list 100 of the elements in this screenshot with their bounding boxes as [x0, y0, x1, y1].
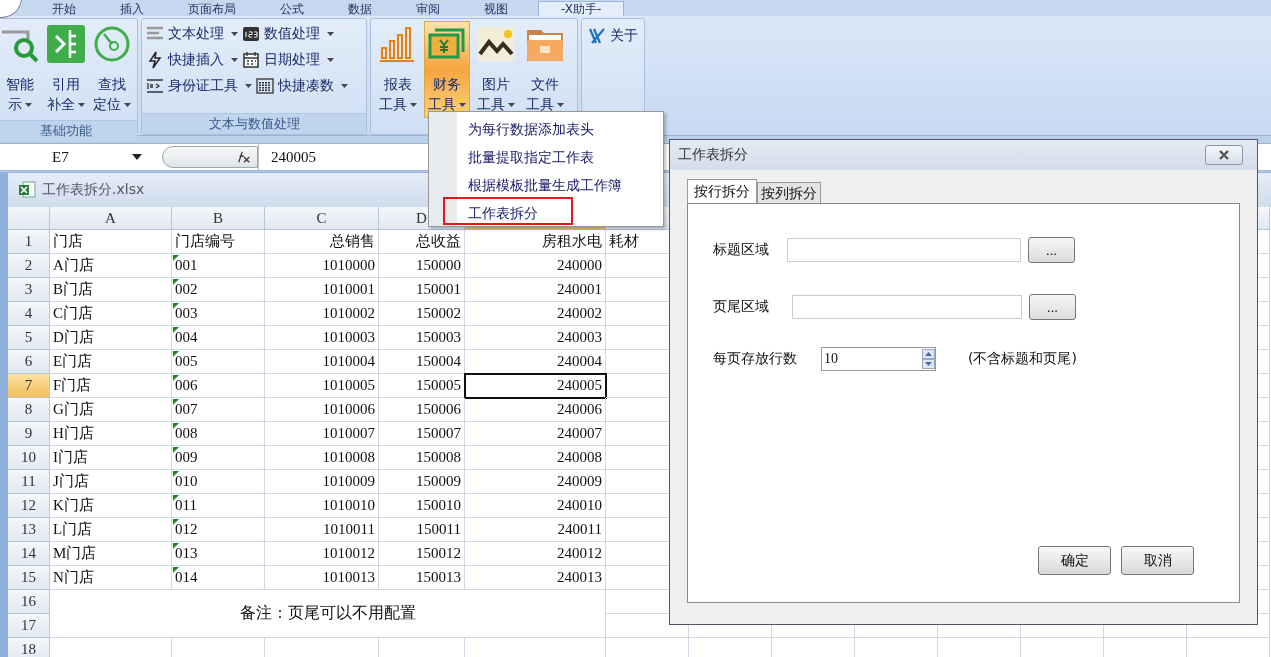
table-cell: E门店 — [50, 350, 172, 374]
row-header[interactable]: 2 — [8, 254, 50, 278]
caret-icon — [78, 103, 85, 107]
ribbon-tab[interactable]: 公式 — [258, 2, 326, 16]
table-cell: 150009 — [379, 470, 465, 494]
caret-icon — [508, 103, 515, 107]
ribbon-button[interactable]: 财务 工具 — [424, 21, 470, 118]
ok-button[interactable]: 确定 — [1038, 546, 1111, 575]
ribbon-button[interactable]: 智能 示 — [0, 21, 42, 118]
hint-text: (不含标题和页尾) — [968, 350, 1077, 368]
table-cell: 150003 — [379, 326, 465, 350]
ribbon-tab[interactable]: -X助手- — [538, 1, 625, 16]
row-header[interactable]: 18 — [8, 638, 50, 657]
name-box[interactable]: E7 — [0, 144, 148, 170]
caret-icon — [245, 84, 252, 88]
column-header[interactable]: B — [172, 207, 265, 230]
table-cell: 1010010 — [265, 494, 379, 518]
ribbon-tab[interactable]: 数据 — [326, 2, 394, 16]
cancel-button[interactable]: 取消 — [1121, 546, 1194, 575]
function-button[interactable] — [162, 146, 258, 168]
text-number-flag-icon — [173, 567, 179, 573]
row-header[interactable]: 11 — [8, 470, 50, 494]
ribbon-button[interactable]: 数值处理 — [242, 21, 334, 47]
ribbon-button[interactable]: 快捷凑数 — [256, 73, 348, 99]
column-header[interactable]: A — [50, 207, 172, 230]
table-cell: 240013 — [465, 566, 606, 590]
table-cell: 150001 — [379, 278, 465, 302]
row-header[interactable]: 9 — [8, 422, 50, 446]
table-cell: B门店 — [50, 278, 172, 302]
row-header[interactable]: 12 — [8, 494, 50, 518]
image-icon — [476, 24, 516, 64]
row-header[interactable]: 5 — [8, 326, 50, 350]
row-header[interactable]: 15 — [8, 566, 50, 590]
ribbon-tab[interactable]: 审阅 — [394, 2, 462, 16]
dialog-tab[interactable]: 按行拆分 — [687, 179, 757, 203]
close-button[interactable] — [1205, 145, 1243, 165]
ribbon-button[interactable]: 查找 定位 — [90, 21, 133, 118]
spin-arrows-icon[interactable] — [922, 349, 935, 369]
row-header[interactable]: 16 — [8, 590, 50, 614]
ribbon-tab[interactable]: 视图 — [462, 2, 530, 16]
ribbon-tab[interactable]: 插入 — [98, 2, 166, 16]
menu-item[interactable]: 根据模板批量生成工作簿 — [443, 169, 663, 197]
row-header[interactable]: 1 — [8, 230, 50, 254]
table-cell: 1010000 — [265, 254, 379, 278]
table-cell: 003 — [172, 302, 265, 326]
caret-icon — [327, 32, 334, 36]
table-cell: A门店 — [50, 254, 172, 278]
browse-button[interactable]: ... — [1029, 294, 1076, 320]
browse-button[interactable]: ... — [1028, 237, 1075, 263]
table-cell: 014 — [172, 566, 265, 590]
table-cell: 房租水电 — [465, 230, 606, 254]
table-cell: 012 — [172, 518, 265, 542]
input-field[interactable] — [787, 238, 1021, 262]
table-cell: 1010008 — [265, 446, 379, 470]
row-header[interactable]: 3 — [8, 278, 50, 302]
caret-icon — [459, 103, 466, 107]
ribbon-button[interactable]: 身份证工具 — [146, 73, 252, 99]
menu-item[interactable]: 批量提取指定工作表 — [443, 141, 663, 169]
table-cell: M门店 — [50, 542, 172, 566]
select-all-corner[interactable] — [8, 207, 50, 230]
table-cell: 240003 — [465, 326, 606, 350]
table-cell: I门店 — [50, 446, 172, 470]
table-cell: 008 — [172, 422, 265, 446]
text-number-flag-icon — [173, 471, 179, 477]
text-number-flag-icon — [173, 423, 179, 429]
menu-item[interactable]: 工作表拆分 — [443, 197, 573, 225]
dialog-title: 工作表拆分 — [678, 146, 748, 164]
group-label: 基础功能 — [0, 120, 137, 141]
table-cell: 1010006 — [265, 398, 379, 422]
row-header[interactable]: 8 — [8, 398, 50, 422]
table-cell: 240004 — [465, 350, 606, 374]
field-label: 每页存放行数 — [713, 350, 797, 368]
fx-icon — [235, 150, 253, 164]
table-cell: 006 — [172, 374, 265, 398]
ribbon-button[interactable]: 报表 工具 — [375, 21, 421, 118]
ribbon-button[interactable]: 日期处理 — [242, 47, 334, 73]
row-header[interactable]: 4 — [8, 302, 50, 326]
column-header[interactable]: C — [265, 207, 379, 230]
row-header[interactable]: 6 — [8, 350, 50, 374]
ribbon-button[interactable]: 引用 补全 — [44, 21, 88, 118]
table-cell: 013 — [172, 542, 265, 566]
ribbon-button[interactable]: 文本处理 — [146, 21, 238, 47]
row-header[interactable]: 14 — [8, 542, 50, 566]
text-number-flag-icon — [173, 327, 179, 333]
about-button[interactable]: 关于 — [588, 23, 638, 49]
ribbon-tab[interactable]: 开始 — [30, 2, 98, 16]
caret-icon — [25, 103, 33, 107]
row-header[interactable]: 13 — [8, 518, 50, 542]
dialog-tab[interactable]: 按列拆分 — [757, 182, 821, 203]
table-cell: 150004 — [379, 350, 465, 374]
row-header[interactable]: 17 — [8, 614, 50, 638]
ribbon-button[interactable]: 快捷插入 — [146, 47, 238, 73]
number-spinner[interactable]: 10 — [821, 347, 936, 371]
field-label: 标题区域 — [713, 241, 769, 259]
input-field[interactable] — [792, 295, 1022, 319]
row-header[interactable]: 10 — [8, 446, 50, 470]
table-cell: 240011 — [465, 518, 606, 542]
ribbon-tab[interactable]: 页面布局 — [166, 2, 258, 16]
text-number-flag-icon — [173, 399, 179, 405]
row-header[interactable]: 7 — [8, 374, 50, 398]
